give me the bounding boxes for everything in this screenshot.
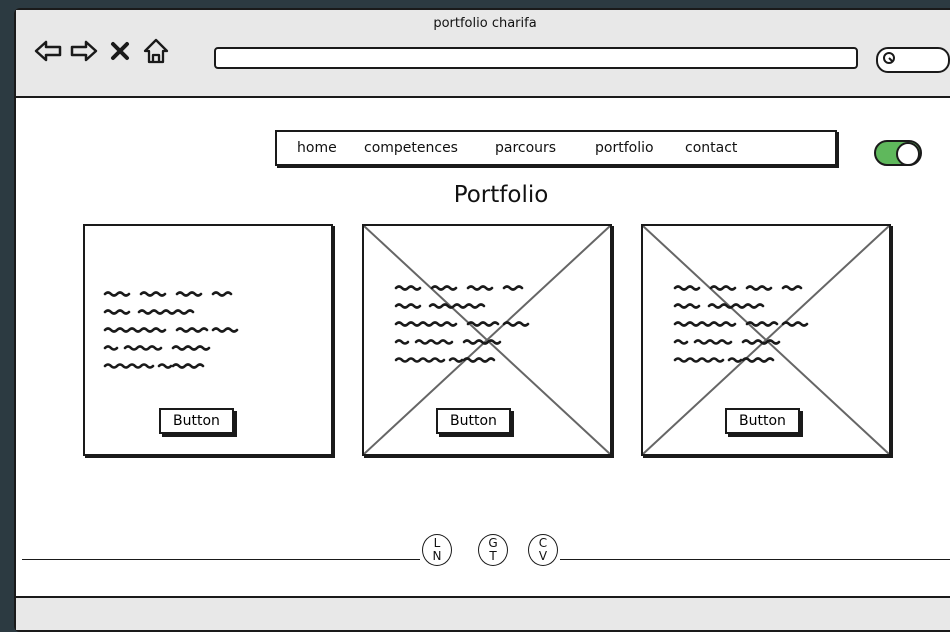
footer-link-github[interactable]: G T	[478, 534, 508, 566]
browser-chrome: portfolio charifa	[16, 10, 950, 98]
home-icon[interactable]	[142, 37, 170, 65]
nav-item-contact[interactable]: contact	[685, 140, 737, 156]
nav-item-portfolio[interactable]: portfolio	[595, 140, 654, 156]
toggle-knob	[896, 142, 920, 166]
nav-item-home[interactable]: home	[297, 140, 337, 156]
placeholder-text	[673, 285, 809, 363]
browser-status-bar	[16, 596, 950, 630]
portfolio-card-1: Button	[83, 224, 333, 456]
stop-icon[interactable]	[106, 37, 134, 65]
circle-letter: N	[432, 549, 442, 563]
browser-nav-icons	[34, 36, 170, 66]
window-title: portfolio charifa	[433, 16, 537, 31]
footer-link-linkedin[interactable]: L N	[422, 534, 452, 566]
nav-menu: home competences parcours portfolio cont…	[275, 130, 837, 166]
browser-window: portfolio charifa home competences parco…	[14, 8, 950, 632]
search-icon	[883, 52, 895, 64]
page-title: Portfolio	[453, 182, 549, 208]
card-2-button[interactable]: Button	[436, 408, 511, 434]
nav-item-parcours[interactable]: parcours	[495, 140, 556, 156]
placeholder-text	[103, 291, 239, 369]
nav-item-competences[interactable]: competences	[364, 140, 458, 156]
footer-divider-left	[22, 559, 420, 560]
address-bar[interactable]	[214, 47, 858, 69]
forward-arrow-icon[interactable]	[70, 37, 98, 65]
circle-letter: T	[489, 549, 497, 563]
footer-link-cv[interactable]: C V	[528, 534, 558, 566]
placeholder-text	[394, 285, 530, 363]
card-3-button[interactable]: Button	[725, 408, 800, 434]
portfolio-card-2: Button	[362, 224, 612, 456]
portfolio-card-3: Button	[641, 224, 891, 456]
back-arrow-icon[interactable]	[34, 37, 62, 65]
search-box[interactable]	[876, 47, 950, 73]
footer-divider-right	[560, 559, 950, 560]
circle-letter: V	[538, 549, 548, 563]
theme-toggle[interactable]	[874, 140, 922, 166]
card-1-button[interactable]: Button	[159, 408, 234, 434]
